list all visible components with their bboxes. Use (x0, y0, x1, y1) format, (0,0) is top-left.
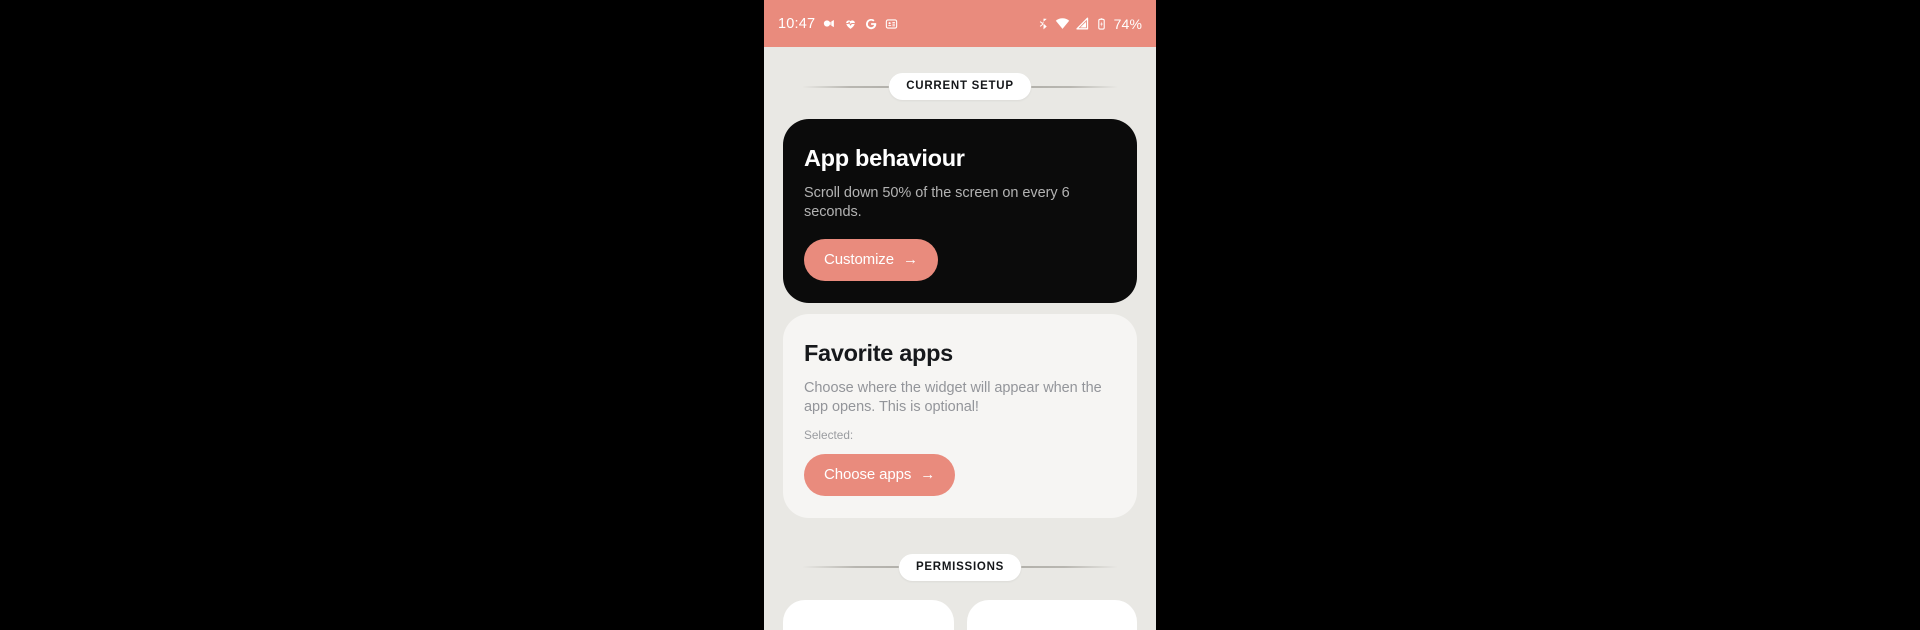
phone-screen: 10:47 74% CURRENT SETUP App behaviour Sc… (764, 0, 1156, 630)
customize-button-label: Customize (824, 251, 894, 269)
status-bar-right: 74% (1037, 16, 1142, 32)
section-header-permissions: PERMISSIONS (764, 553, 1156, 581)
favorite-apps-card: Favorite apps Choose where the widget wi… (783, 314, 1137, 518)
arrow-right-icon: → (902, 251, 918, 269)
app-behaviour-card: App behaviour Scroll down 50% of the scr… (783, 119, 1137, 304)
heart-pulse-icon (844, 17, 857, 31)
divider-line-right (1021, 566, 1119, 569)
camera-video-icon (822, 16, 837, 31)
section-header-current-setup: CURRENT SETUP (764, 73, 1156, 100)
permission-card[interactable] (966, 599, 1137, 630)
divider-line-left (802, 85, 890, 88)
cellular-signal-icon (1075, 16, 1090, 31)
section-title-current-setup: CURRENT SETUP (889, 73, 1031, 100)
selected-apps-label: Selected: (804, 427, 854, 442)
status-bar: 10:47 74% (764, 0, 1156, 47)
battery-percent: 74% (1113, 15, 1142, 32)
status-bar-left: 10:47 (778, 16, 898, 32)
google-icon (864, 17, 878, 31)
app-behaviour-title: App behaviour (804, 145, 965, 171)
news-icon (885, 17, 898, 31)
choose-apps-button[interactable]: Choose apps → (804, 453, 956, 496)
divider-line-right (1030, 85, 1119, 88)
status-clock: 10:47 (778, 15, 816, 32)
section-title-permissions: PERMISSIONS (898, 553, 1022, 581)
choose-apps-button-label: Choose apps (824, 465, 912, 483)
bluetooth-icon (1037, 17, 1050, 31)
divider-line-left (802, 566, 899, 569)
customize-button[interactable]: Customize → (804, 239, 938, 282)
wifi-icon (1055, 16, 1070, 31)
arrow-right-icon: → (920, 465, 936, 483)
permission-cards-row (783, 599, 1137, 630)
app-behaviour-description: Scroll down 50% of the screen on every 6… (804, 185, 1070, 221)
settings-scroll-area[interactable]: CURRENT SETUP App behaviour Scroll down … (764, 73, 1156, 630)
battery-icon (1095, 17, 1108, 31)
favorite-apps-description: Choose where the widget will appear when… (804, 380, 1102, 416)
favorite-apps-title: Favorite apps (804, 340, 953, 367)
permission-card[interactable] (783, 599, 954, 630)
